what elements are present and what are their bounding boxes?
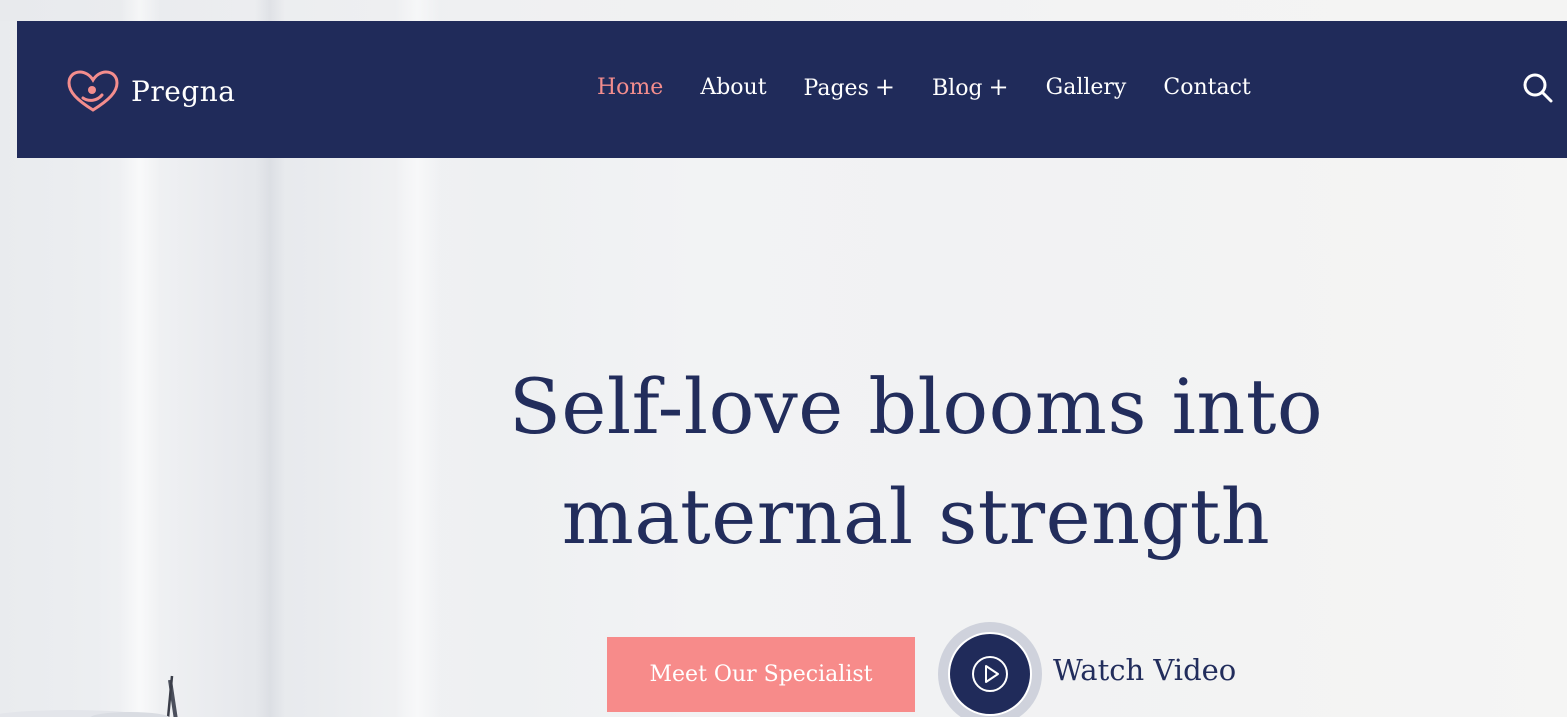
nav-item-contact[interactable]: Contact [1163, 75, 1250, 100]
hero-title-line-2: maternal strength [561, 472, 1271, 561]
nav-item-gallery[interactable]: Gallery [1046, 75, 1127, 100]
nav-item-pages[interactable]: Pages + [804, 73, 895, 101]
meet-specialist-button[interactable]: Meet Our Specialist [607, 637, 915, 712]
nav-item-about[interactable]: About [700, 75, 766, 100]
search-icon [1523, 73, 1553, 103]
main-navbar: Pregna Home About Pages + Blog + Gallery C… [17, 21, 1567, 158]
play-icon [972, 656, 1008, 692]
nav-item-blog-label: Blog [931, 76, 983, 101]
page: Pregna Home About Pages + Blog + Gallery C… [0, 0, 1567, 717]
primary-menu: Home About Pages + Blog + Gallery Contact [597, 73, 1288, 101]
nav-item-home[interactable]: Home [597, 75, 663, 100]
watch-video-play-button[interactable] [938, 622, 1042, 717]
plus-icon: + [988, 73, 1009, 101]
watch-video-label[interactable]: Watch Video [1053, 653, 1236, 687]
nav-item-blog[interactable]: Blog + [932, 73, 1009, 101]
play-button-core [950, 634, 1030, 714]
heart-logo-icon [67, 70, 119, 112]
top-background-strip [0, 0, 1567, 21]
flower-decoration [0, 675, 178, 717]
brand-logo[interactable]: Pregna [65, 68, 235, 114]
hero-title: Self-love blooms into maternal strength [0, 352, 1567, 572]
nav-item-pages-label: Pages [803, 76, 869, 101]
hero-title-line-1: Self-love blooms into [508, 362, 1324, 451]
plus-icon: + [874, 73, 895, 101]
brand-name: Pregna [131, 74, 236, 108]
search-button[interactable] [1522, 72, 1554, 104]
